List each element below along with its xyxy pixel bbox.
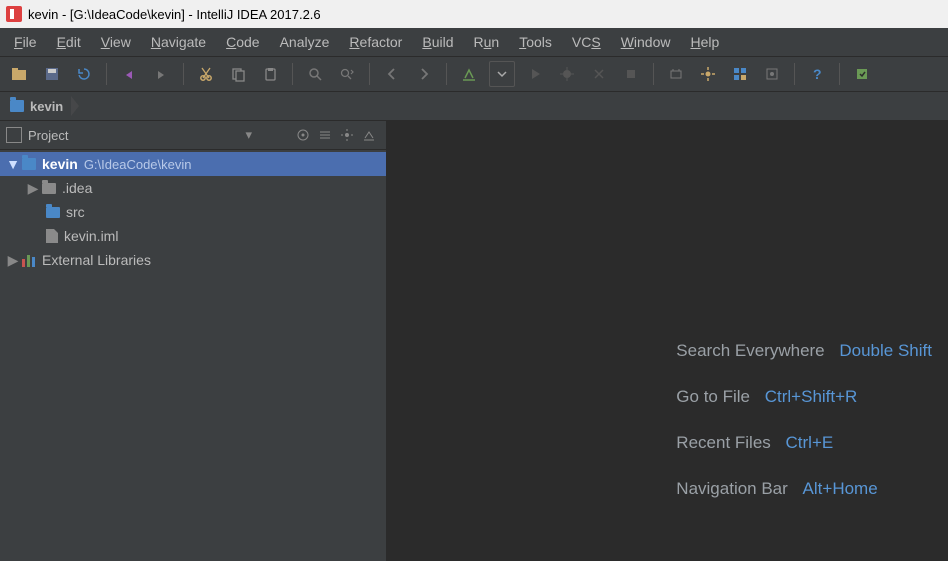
tree-root-name: kevin [42,156,78,172]
welcome-hints: Search Everywhere Double Shift Go to Fil… [676,341,932,499]
toolbar-separator [446,63,447,85]
stop-icon[interactable] [619,62,643,86]
ide-body: Project ▾ ▼ kevin G:\IdeaCode\kevin ▶ .i… [0,121,948,561]
hint-shortcut: Ctrl+Shift+R [765,387,858,406]
tree-item-label: src [66,204,85,220]
cut-icon[interactable] [194,62,218,86]
menu-tools[interactable]: Tools [509,30,562,54]
tree-root[interactable]: ▼ kevin G:\IdeaCode\kevin [0,152,386,176]
hint-label: Search Everywhere [676,341,824,360]
hint-search-everywhere: Search Everywhere Double Shift [676,341,932,361]
hint-shortcut: Double Shift [839,341,932,360]
svg-text:?: ? [813,66,822,82]
sdk-icon[interactable] [760,62,784,86]
menu-file[interactable]: File [4,30,47,54]
hint-recent-files: Recent Files Ctrl+E [676,433,932,453]
module-icon [22,158,36,170]
main-toolbar: ? [0,57,948,92]
attach-icon[interactable] [664,62,688,86]
navigation-bar[interactable]: kevin [0,92,948,121]
toolbar-separator [183,63,184,85]
menu-bar: File Edit View Navigate Code Analyze Ref… [0,28,948,57]
source-folder-icon [46,207,60,218]
app-icon [6,6,22,22]
forward-icon[interactable] [412,62,436,86]
collapse-all-icon[interactable] [314,124,336,146]
tree-item-external-libraries[interactable]: ▶ External Libraries [0,248,386,272]
editor-area: Search Everywhere Double Shift Go to Fil… [387,121,948,561]
breadcrumb-root[interactable]: kevin [6,97,73,116]
menu-edit[interactable]: Edit [47,30,91,54]
window-titlebar: kevin - [G:\IdeaCode\kevin] - IntelliJ I… [0,0,948,28]
save-all-icon[interactable] [40,62,64,86]
sync-icon[interactable] [72,62,96,86]
toolbar-separator [653,63,654,85]
project-structure-icon[interactable] [728,62,752,86]
hint-navigation-bar: Navigation Bar Alt+Home [676,479,932,499]
open-icon[interactable] [8,62,32,86]
tree-item-label: kevin.iml [64,228,118,244]
coverage-icon[interactable] [587,62,611,86]
debug-icon[interactable] [555,62,579,86]
menu-code[interactable]: Code [216,30,269,54]
menu-view[interactable]: View [91,30,141,54]
project-tool-window: Project ▾ ▼ kevin G:\IdeaCode\kevin ▶ .i… [0,121,387,561]
folder-icon [42,183,56,194]
toolbar-separator [369,63,370,85]
project-tree[interactable]: ▼ kevin G:\IdeaCode\kevin ▶ .idea src ke… [0,150,386,561]
menu-window[interactable]: Window [611,30,681,54]
replace-icon[interactable] [335,62,359,86]
menu-vcs[interactable]: VCS [562,30,611,54]
update-icon[interactable] [850,62,874,86]
expand-toggle-icon[interactable]: ▼ [6,156,20,172]
toolbar-separator [106,63,107,85]
menu-navigate[interactable]: Navigate [141,30,216,54]
menu-run[interactable]: Run [463,30,509,54]
expand-toggle-icon[interactable]: ▶ [6,252,20,269]
run-icon[interactable] [523,62,547,86]
redo-icon[interactable] [149,62,173,86]
menu-build[interactable]: Build [412,30,463,54]
tree-root-path: G:\IdeaCode\kevin [84,157,192,172]
file-icon [46,229,58,243]
copy-icon[interactable] [226,62,250,86]
undo-icon[interactable] [117,62,141,86]
tree-item-iml[interactable]: kevin.iml [0,224,386,248]
make-project-icon[interactable] [457,62,481,86]
hint-label: Recent Files [676,433,770,452]
tree-item-label: .idea [62,180,92,196]
project-view-icon [6,127,22,143]
locate-icon[interactable] [292,124,314,146]
toolbar-separator [292,63,293,85]
menu-refactor[interactable]: Refactor [339,30,412,54]
menu-analyze[interactable]: Analyze [270,30,340,54]
hide-icon[interactable] [358,124,380,146]
paste-icon[interactable] [258,62,282,86]
hint-go-to-file: Go to File Ctrl+Shift+R [676,387,932,407]
tree-item-label: External Libraries [42,252,151,268]
help-icon[interactable]: ? [805,62,829,86]
run-config-dropdown[interactable] [489,61,515,87]
project-pane-header: Project ▾ [0,121,386,150]
settings-icon[interactable] [696,62,720,86]
tree-item-idea[interactable]: ▶ .idea [0,176,386,200]
window-title: kevin - [G:\IdeaCode\kevin] - IntelliJ I… [28,7,321,22]
expand-toggle-icon[interactable]: ▶ [26,180,40,197]
back-icon[interactable] [380,62,404,86]
settings-gear-icon[interactable] [336,124,358,146]
tree-item-src[interactable]: src [0,200,386,224]
breadcrumb-label: kevin [30,99,63,114]
libraries-icon [22,253,36,267]
project-pane-title: Project [28,128,68,143]
folder-icon [10,100,24,112]
hint-shortcut: Ctrl+E [786,433,834,452]
hint-label: Navigation Bar [676,479,788,498]
hint-shortcut: Alt+Home [803,479,878,498]
toolbar-separator [839,63,840,85]
find-icon[interactable] [303,62,327,86]
menu-help[interactable]: Help [681,30,730,54]
toolbar-separator [794,63,795,85]
hint-label: Go to File [676,387,750,406]
